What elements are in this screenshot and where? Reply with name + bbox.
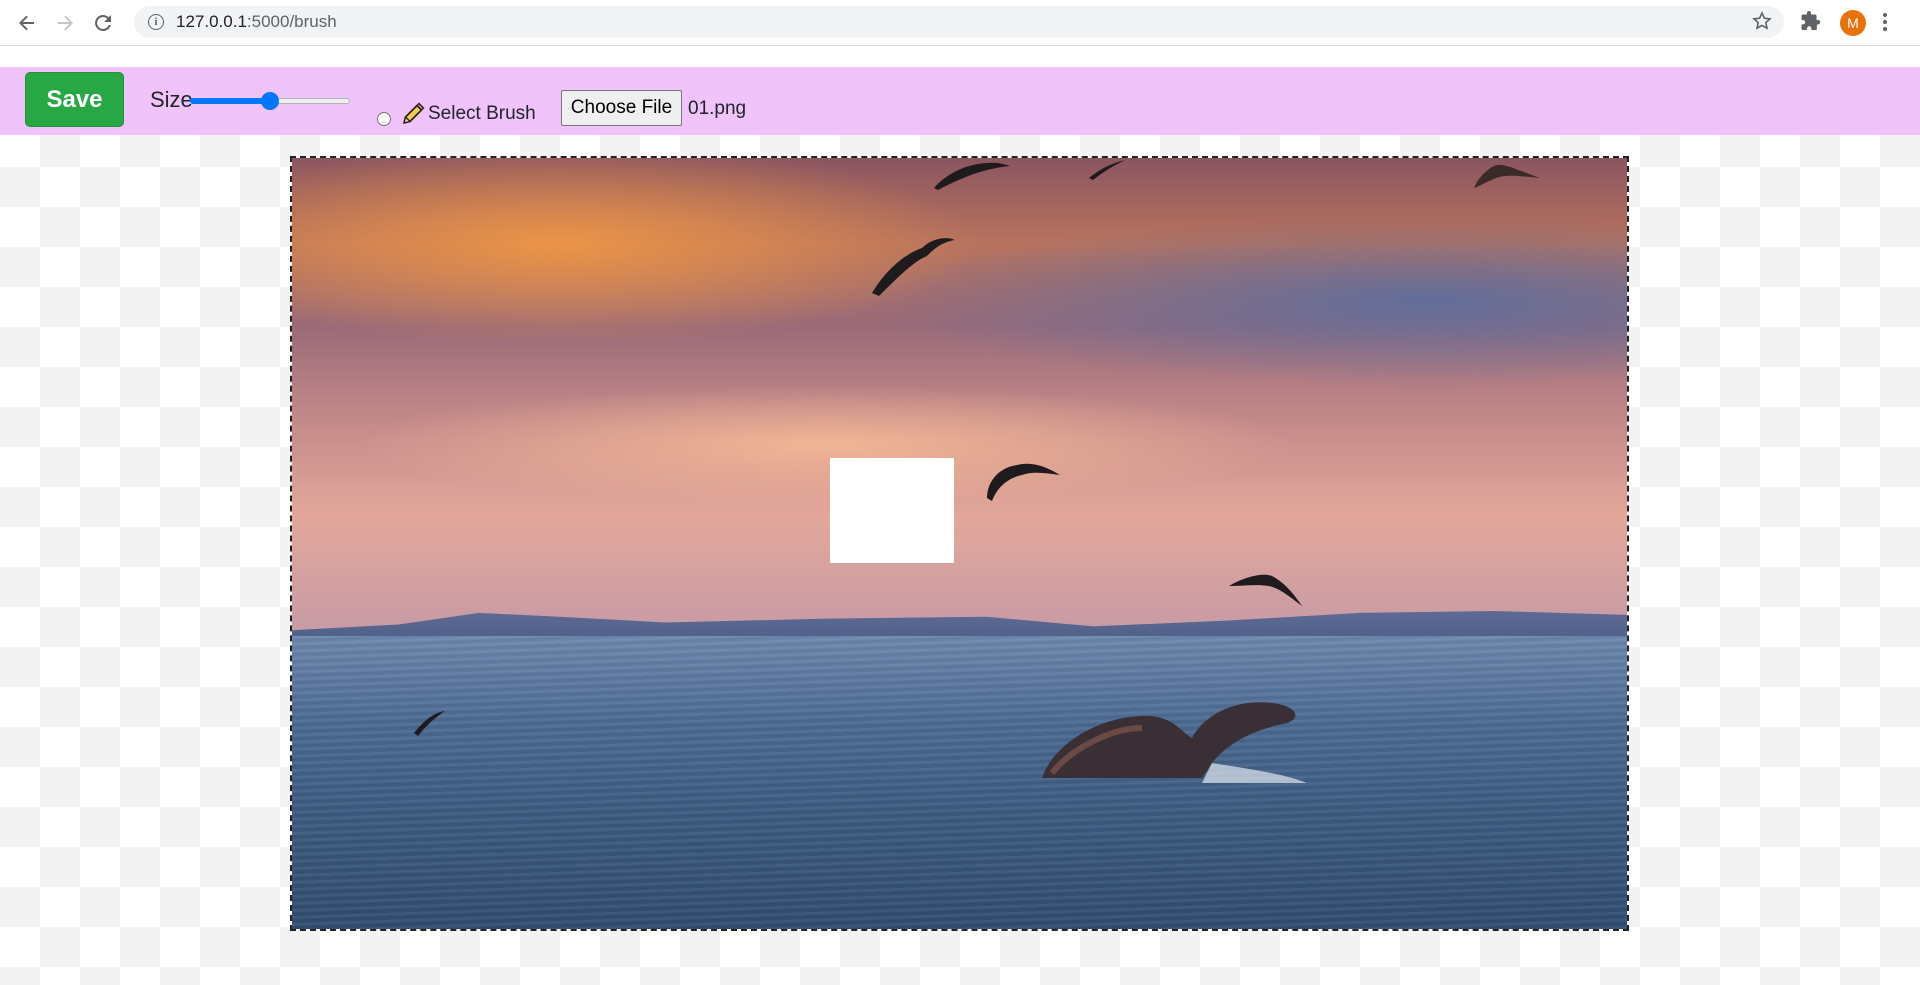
sky-region <box>292 158 1627 637</box>
slider-fill <box>190 98 270 104</box>
choose-file-button[interactable]: Choose File <box>561 90 682 126</box>
page-top-strip <box>0 47 1920 67</box>
select-brush-label[interactable]: Select Brush <box>428 103 536 125</box>
bird-icon <box>987 463 1060 501</box>
bird-icon <box>1229 574 1302 606</box>
bird-icon <box>414 711 445 736</box>
forward-icon[interactable] <box>50 8 80 38</box>
brush-radio[interactable] <box>377 112 391 126</box>
sea-region <box>292 636 1627 929</box>
slider-thumb[interactable] <box>261 92 279 110</box>
url-path: :5000/brush <box>246 12 337 31</box>
save-button[interactable]: Save <box>25 72 124 127</box>
size-label: Size <box>150 87 193 112</box>
extensions-icon[interactable] <box>1800 10 1822 37</box>
erased-white-patch <box>830 458 954 563</box>
bird-icon <box>1089 160 1125 180</box>
bird-icon <box>1474 164 1540 188</box>
page-body: Save Size Select Brush Choose File 01.pn… <box>0 47 1920 985</box>
bookmark-star-icon[interactable] <box>1752 11 1772 36</box>
bird-icon <box>934 162 1010 190</box>
bird-icon <box>872 238 955 296</box>
whale-tail <box>1042 702 1307 783</box>
info-icon[interactable]: i <box>148 14 164 30</box>
editor-toolbar: Save Size Select Brush Choose File 01.pn… <box>0 67 1920 135</box>
browser-toolbar: i 127.0.0.1:5000/brush M <box>0 0 1920 46</box>
kebab-menu-icon[interactable] <box>1882 12 1888 37</box>
seascape-photo <box>292 158 1627 929</box>
reload-icon[interactable] <box>88 8 118 38</box>
profile-avatar[interactable]: M <box>1840 10 1866 36</box>
pencil-icon <box>400 101 426 132</box>
drawing-canvas[interactable] <box>290 156 1629 931</box>
size-slider[interactable] <box>190 92 350 110</box>
back-icon[interactable] <box>12 8 42 38</box>
address-bar[interactable]: i 127.0.0.1:5000/brush <box>134 6 1784 38</box>
selected-file-name: 01.png <box>688 98 747 119</box>
url-host: 127.0.0.1 <box>176 12 247 31</box>
